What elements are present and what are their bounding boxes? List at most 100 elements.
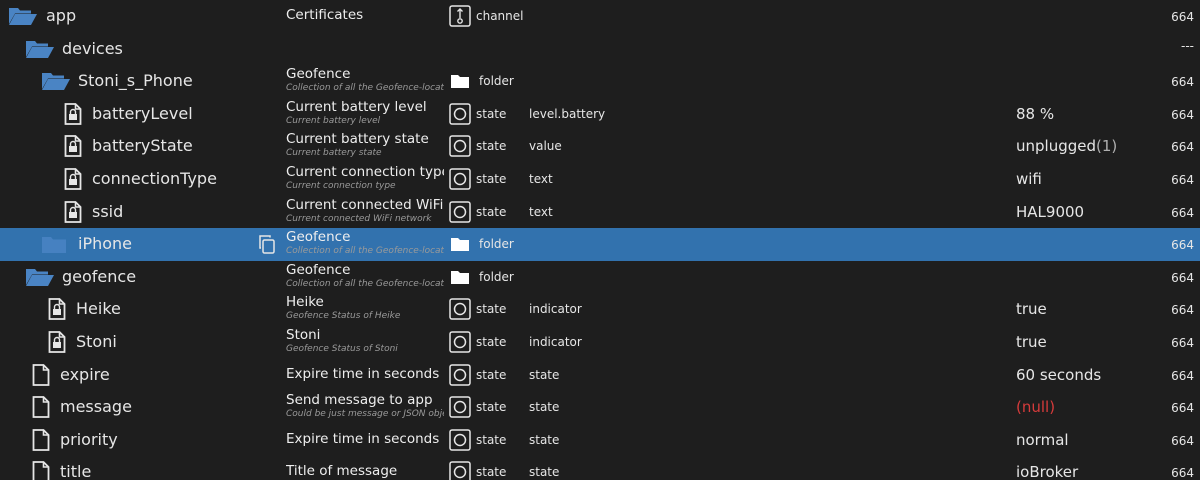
tree-row-priority[interactable]: priority Expire time in seconds state state… (0, 424, 1200, 457)
tree-row-expire[interactable]: expire Expire time in seconds state state 60… (0, 359, 1200, 392)
tree-row-devices[interactable]: devices --- (0, 33, 1200, 66)
file-icon[interactable] (32, 456, 50, 480)
tree-row-stoni[interactable]: Stoni Stoni Geofence Status of Stoni state i… (0, 326, 1200, 359)
object-name[interactable]: priority (60, 424, 118, 456)
tree-row-connectiontype[interactable]: connectionType Current connection type Cur… (0, 163, 1200, 196)
object-title-cell: Certificates (286, 0, 444, 32)
object-value[interactable]: unplugged(1) (1016, 130, 1117, 162)
object-description: Collection of all the Geofence-locatio (286, 246, 444, 257)
tree-row-iphone[interactable]: iPhone Geofence Collection of all the Geof… (0, 228, 1200, 261)
lock-file-icon[interactable] (64, 163, 82, 195)
value-text: unplugged (1016, 137, 1097, 156)
tree-row-batterystate[interactable]: batteryState Current battery state Current… (0, 130, 1200, 163)
tree-row-geofence[interactable]: geofence Geofence Collection of all the Ge… (0, 261, 1200, 294)
tree-row-batterylevel[interactable]: batteryLevel Current battery level Current… (0, 98, 1200, 131)
object-title-cell: Current connected WiFi Current connected … (286, 196, 444, 228)
object-name[interactable]: title (60, 456, 91, 480)
object-value[interactable]: 88 % (1016, 98, 1054, 130)
object-description: Current connected WiFi network (286, 213, 432, 224)
object-name[interactable]: Stoni_s_Phone (78, 65, 193, 97)
object-type: state (476, 367, 507, 382)
state-type-icon (449, 429, 471, 451)
object-title: Geofence (286, 66, 351, 83)
object-title: Geofence (286, 261, 351, 278)
object-title: Geofence (286, 229, 351, 246)
lock-file-icon[interactable] (64, 196, 82, 228)
tree-row-app[interactable]: app Certificates channel 664 (0, 0, 1200, 33)
object-name[interactable]: iPhone (78, 228, 132, 260)
acl-value: 664 (1171, 433, 1194, 448)
object-description: Current battery level (286, 115, 381, 126)
acl-value: 664 (1171, 10, 1194, 24)
tree-row-message[interactable]: message Send message to app Could be just … (0, 391, 1200, 424)
value-text: 60 seconds (1016, 365, 1102, 384)
object-name[interactable]: Stoni (76, 326, 117, 358)
channel-type-icon (449, 5, 471, 27)
object-title: Current connection type (286, 164, 444, 180)
object-value[interactable]: 60 seconds (1016, 359, 1101, 391)
acl-value: 664 (1171, 270, 1194, 285)
file-icon[interactable] (32, 424, 50, 456)
folder-closed-icon[interactable] (41, 228, 67, 260)
object-value[interactable]: ioBroker (1016, 456, 1078, 480)
object-title-cell: Expire time in seconds (286, 424, 444, 456)
acl-value: 664 (1171, 75, 1194, 90)
object-name[interactable]: expire (60, 359, 110, 391)
value-text: normal (1016, 430, 1069, 449)
value-text: (null) (1016, 398, 1056, 417)
acl-value: 664 (1171, 140, 1194, 155)
lock-file-icon[interactable] (48, 326, 66, 358)
object-description: Current connection type (286, 181, 396, 191)
object-name[interactable]: ssid (92, 196, 123, 228)
folder-open-icon[interactable] (8, 0, 38, 32)
file-icon[interactable] (32, 391, 50, 423)
object-title: Heike (286, 294, 324, 311)
tree-row-heike[interactable]: Heike Heike Geofence Status of Heike state i… (0, 293, 1200, 326)
copy-icon[interactable] (257, 234, 277, 254)
object-type: state (476, 172, 507, 186)
object-name[interactable]: batteryState (92, 130, 193, 162)
object-role: indicator (529, 335, 582, 349)
value-text: true (1016, 300, 1047, 319)
state-type-icon (449, 135, 471, 158)
object-description: Geofence Status of Heike (286, 311, 401, 322)
object-name[interactable]: geofence (62, 261, 136, 293)
object-name[interactable]: Heike (76, 293, 121, 325)
object-value[interactable]: wifi (1016, 163, 1042, 195)
object-type: state (476, 432, 507, 447)
object-type: state (476, 400, 507, 415)
tree-row-stoni-s-phone[interactable]: Stoni_s_Phone Geofence Collection of all t… (0, 65, 1200, 98)
object-name[interactable]: app (46, 0, 76, 32)
object-name[interactable]: batteryLevel (92, 98, 193, 130)
object-role: value (529, 139, 562, 154)
object-role: state (529, 400, 560, 415)
folder-open-icon[interactable] (25, 261, 55, 293)
lock-file-icon[interactable] (64, 98, 82, 130)
object-title-cell: Current connection type Current connectio… (286, 163, 444, 195)
object-type: state (476, 335, 507, 349)
state-type-icon (449, 363, 471, 386)
object-value[interactable]: true (1016, 293, 1047, 325)
state-type-icon (449, 200, 471, 223)
object-title-cell: Current battery state Current battery sta… (286, 130, 444, 162)
tree-row-title[interactable]: title Title of message state state ioBroker 6… (0, 456, 1200, 480)
folder-open-icon[interactable] (25, 33, 55, 65)
value-text: wifi (1016, 170, 1042, 188)
object-title: Expire time in seconds (286, 365, 440, 382)
object-value[interactable]: (null) (1016, 391, 1055, 423)
lock-file-icon[interactable] (64, 130, 82, 162)
object-name[interactable]: message (60, 391, 132, 423)
lock-file-icon[interactable] (48, 293, 66, 325)
tree-row-ssid[interactable]: ssid Current connected WiFi Current connec… (0, 196, 1200, 229)
object-value[interactable]: HAL9000 (1016, 196, 1084, 228)
object-value[interactable]: normal (1016, 424, 1069, 456)
state-type-icon (449, 168, 471, 190)
object-title-cell: Geofence Collection of all the Geofence-l… (286, 261, 444, 293)
object-name[interactable]: connectionType (92, 163, 217, 195)
folder-open-icon[interactable] (41, 65, 71, 97)
object-title: Current battery state (286, 131, 429, 148)
object-name[interactable]: devices (62, 33, 123, 65)
object-tree: app Certificates channel 664 devices --- Stoni… (0, 0, 1200, 480)
file-icon[interactable] (32, 359, 50, 391)
object-value[interactable]: true (1016, 326, 1047, 358)
